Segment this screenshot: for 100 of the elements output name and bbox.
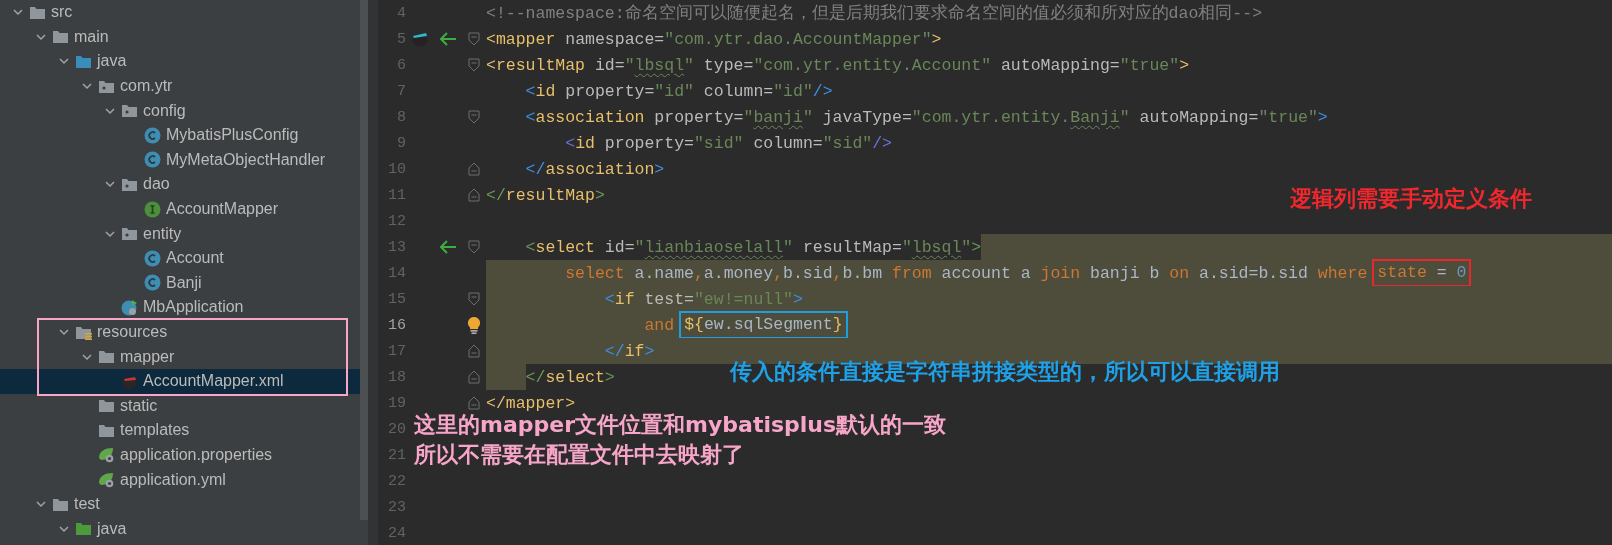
code-text: " autoMapping="true">	[1119, 107, 1328, 127]
line-number: 10	[387, 160, 406, 178]
interface-icon	[144, 200, 161, 218]
tree-item[interactable]: MybatisPlusConfig	[0, 122, 303, 148]
class-icon	[144, 249, 161, 267]
folder-icon	[98, 348, 115, 366]
code-text: <if test="ew!=null">	[603, 289, 803, 309]
tree-item[interactable]: src	[0, 0, 77, 25]
fold-icon[interactable]	[468, 110, 480, 124]
code-text: </mapper>	[486, 393, 576, 413]
line-number: 5	[396, 30, 406, 48]
misspelled-word: lianbiaoselall	[644, 237, 784, 257]
tree-item[interactable]: static	[0, 393, 162, 419]
misspelled-word: lbsql	[634, 55, 685, 75]
scrollbar[interactable]	[360, 0, 368, 520]
code-text: <id property="sid" column="sid"/>	[564, 133, 893, 153]
code-text: " javaType="com.ytr.entity.	[802, 107, 1071, 127]
line-number: 13	[387, 238, 406, 256]
line-number: 19	[387, 394, 406, 412]
line-number: 11	[387, 186, 406, 204]
line-number: 21	[387, 446, 406, 464]
class-icon	[144, 274, 161, 292]
fold-icon[interactable]	[468, 188, 480, 202]
misspelled-word: Banji	[1070, 107, 1120, 127]
line-number: 22	[387, 472, 406, 490]
tree-item[interactable]: java	[0, 49, 131, 74]
fold-icon[interactable]	[468, 292, 480, 306]
line-number: 4	[396, 4, 406, 22]
fold-icon[interactable]	[468, 58, 480, 72]
tree-item[interactable]: MbApplication	[0, 295, 248, 320]
code-text: <resultMap id="	[486, 55, 635, 75]
tree-item[interactable]: test	[0, 491, 104, 517]
fold-icon[interactable]	[468, 162, 480, 176]
line-number: 7	[396, 82, 406, 100]
code-text: and	[643, 315, 675, 335]
code-text: <id property="id" column="id"/>	[524, 81, 833, 101]
line-number: 9	[396, 134, 406, 152]
spring-config-icon	[98, 471, 115, 489]
folder-icon	[52, 28, 69, 46]
tree-item[interactable]: AccountMapper.xml	[0, 368, 360, 394]
line-number: 18	[387, 368, 406, 386]
code-text: select a.name,a.money,b.sid,b.bm from account a join banji b on a.sid=b.sid where	[564, 263, 1368, 283]
misspelled-word: lbsql	[911, 237, 962, 257]
class-icon	[144, 151, 161, 169]
arrow-left-icon[interactable]	[439, 240, 457, 254]
code-text: </association>	[524, 159, 665, 179]
tree-item[interactable]: resources	[0, 319, 172, 345]
fold-icon[interactable]	[468, 370, 480, 384]
bulb-icon[interactable]	[466, 315, 482, 335]
arrow-left-icon[interactable]	[439, 32, 457, 46]
package-icon	[121, 225, 138, 243]
line-number: 24	[387, 524, 406, 542]
code-text: <select id="	[524, 237, 645, 257]
code-text: <association property="	[524, 107, 754, 127]
line-number: 20	[387, 420, 406, 438]
tree-item[interactable]: MyMetaObjectHandler	[0, 147, 330, 173]
code-text: " resultMap="	[783, 237, 912, 257]
code-text: </if>	[603, 341, 655, 361]
fold-icon[interactable]	[468, 344, 480, 358]
fold-icon[interactable]	[468, 396, 480, 410]
spring-class-icon	[121, 298, 138, 316]
line-number: 6	[396, 56, 406, 74]
code-text: " type="com.ytr.entity.Account" autoMapping="true">	[684, 55, 1190, 75]
annotation-text: 这里的mapper文件位置和mybatisplus默认的一致	[414, 411, 947, 439]
line-number: 23	[387, 498, 406, 516]
annotation-text: 所以不需要在配置文件中去映射了	[414, 441, 745, 469]
line-number: 14	[387, 264, 406, 282]
package-icon	[121, 102, 138, 120]
tree-item[interactable]: main	[0, 24, 113, 50]
tree-item[interactable]: entity	[0, 221, 186, 246]
mybatis-icon[interactable]	[411, 31, 429, 47]
annotation-text: 传入的条件直接是字符串拼接类型的，所以可以直接调用	[730, 358, 1280, 386]
tree-item[interactable]: application.yml	[0, 467, 230, 492]
tree-item[interactable]: config	[0, 98, 190, 123]
folder-icon	[75, 53, 92, 70]
class-icon	[144, 126, 161, 144]
folder-icon	[98, 397, 115, 415]
tree-item[interactable]: java	[0, 516, 131, 542]
tree-item[interactable]: Account	[0, 245, 228, 271]
code-text: </resultMap>	[486, 185, 605, 205]
line-number: 17	[387, 342, 406, 360]
misspelled-word: banji	[753, 107, 803, 127]
code-text: </select>	[524, 367, 615, 387]
line-number: 15	[387, 290, 406, 308]
spring-config-icon	[98, 446, 115, 464]
tree-item[interactable]: Banji	[0, 270, 206, 296]
tree-item[interactable]: templates	[0, 418, 194, 443]
folder-icon	[75, 520, 92, 538]
tree-item[interactable]: application.properties	[0, 442, 277, 468]
fold-icon[interactable]	[468, 32, 480, 46]
line-number: 16	[387, 316, 406, 334]
line-number: 12	[387, 212, 406, 230]
fold-icon[interactable]	[468, 240, 480, 254]
code-text: ">	[961, 237, 982, 257]
tree-item[interactable]: com.ytr	[0, 73, 177, 99]
code-text: <mapper namespace="com.ytr.dao.AccountMapper">	[486, 29, 942, 49]
tree-item[interactable]: dao	[0, 172, 174, 197]
tree-item[interactable]: AccountMapper	[0, 196, 283, 222]
tree-item[interactable]: mapper	[0, 344, 179, 369]
annotation-text: 逻辑列需要手动定义条件	[1290, 185, 1532, 213]
